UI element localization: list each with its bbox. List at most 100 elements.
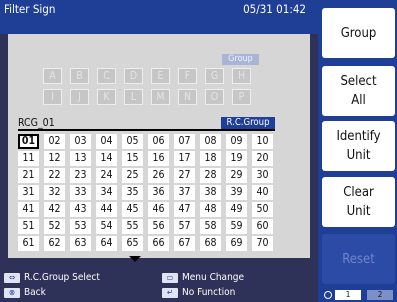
group-button-m[interactable]: M [151, 89, 170, 105]
unit-number-cell[interactable]: 15 [122, 151, 143, 166]
unit-number-cell[interactable]: 47 [174, 202, 195, 217]
unit-number-cell[interactable]: 36 [148, 185, 169, 200]
datetime: 05/31 01:42 [243, 2, 306, 16]
group-button-i[interactable]: I [43, 89, 62, 105]
unit-number-cell[interactable]: 06 [148, 134, 169, 149]
unit-number-cell[interactable]: 57 [174, 219, 195, 234]
unit-number-cell[interactable]: 26 [148, 168, 169, 183]
unit-number-cell[interactable]: 37 [174, 185, 195, 200]
unit-number-cell[interactable]: 30 [252, 168, 273, 183]
unit-number-cell[interactable]: 22 [44, 168, 65, 183]
unit-number-cell[interactable]: 32 [44, 185, 65, 200]
unit-number-cell[interactable]: 34 [96, 185, 117, 200]
unit-number-cell[interactable]: 18 [200, 151, 221, 166]
unit-number-cell[interactable]: 21 [18, 168, 39, 183]
unit-number-cell[interactable]: 48 [200, 202, 221, 217]
unit-number-cell[interactable]: 16 [148, 151, 169, 166]
unit-number-cell[interactable]: 24 [96, 168, 117, 183]
page-1[interactable]: 1 [335, 290, 361, 300]
unit-number-cell[interactable]: 31 [18, 185, 39, 200]
unit-number-cell[interactable]: 66 [148, 236, 169, 251]
hint-rc-group-select-label: R.C.Group Select [24, 272, 100, 283]
unit-number-cell[interactable]: 65 [122, 236, 143, 251]
unit-number-cell[interactable]: 46 [148, 202, 169, 217]
unit-number-cell[interactable]: 54 [96, 219, 117, 234]
unit-number-cell[interactable]: 68 [200, 236, 221, 251]
unit-number-cell[interactable]: 53 [70, 219, 91, 234]
unit-number-cell[interactable]: 12 [44, 151, 65, 166]
unit-number-cell[interactable]: 61 [18, 236, 39, 251]
group-button-g[interactable]: G [205, 68, 224, 84]
group-button-n[interactable]: N [178, 89, 197, 105]
unit-number-cell[interactable]: 29 [226, 168, 247, 183]
unit-number-cell[interactable]: 05 [122, 134, 143, 149]
unit-number-cell[interactable]: 33 [70, 185, 91, 200]
unit-number-cell[interactable]: 52 [44, 219, 65, 234]
scroll-down-icon[interactable] [129, 256, 141, 262]
unit-number-cell[interactable]: 49 [226, 202, 247, 217]
unit-number-cell[interactable]: 11 [18, 151, 39, 166]
group-button-e[interactable]: E [151, 68, 170, 84]
group-label: Group [222, 54, 259, 65]
unit-number-cell[interactable]: 69 [226, 236, 247, 251]
unit-number-cell[interactable]: 41 [18, 202, 39, 217]
unit-number-cell[interactable]: 03 [70, 134, 91, 149]
unit-number-cell[interactable]: 14 [96, 151, 117, 166]
unit-number-cell[interactable]: 07 [174, 134, 195, 149]
unit-number-cell[interactable]: 35 [122, 185, 143, 200]
unit-number-cell[interactable]: 19 [226, 151, 247, 166]
unit-number-cell[interactable]: 04 [96, 134, 117, 149]
unit-number-cell[interactable]: 58 [200, 219, 221, 234]
unit-number-cell[interactable]: 56 [148, 219, 169, 234]
unit-number-cell[interactable]: 70 [252, 236, 273, 251]
unit-number-cell[interactable]: 20 [252, 151, 273, 166]
unit-number-cell[interactable]: 45 [122, 202, 143, 217]
unit-number-cell[interactable]: 59 [226, 219, 247, 234]
unit-number-cell[interactable]: 27 [174, 168, 195, 183]
group-button-c[interactable]: C [97, 68, 116, 84]
unit-number-cell[interactable]: 23 [70, 168, 91, 183]
unit-number-cell[interactable]: 63 [70, 236, 91, 251]
unit-number-cell[interactable]: 62 [44, 236, 65, 251]
group-button-label: Group [340, 25, 377, 41]
unit-number-cell[interactable]: 39 [226, 185, 247, 200]
unit-number-cell[interactable]: 40 [252, 185, 273, 200]
unit-number-cell[interactable]: 43 [70, 202, 91, 217]
unit-number-cell[interactable]: 42 [44, 202, 65, 217]
group-button-a[interactable]: A [43, 68, 62, 84]
identify-label-line2: Unit [346, 148, 371, 163]
unit-number-cell[interactable]: 10 [252, 134, 273, 149]
identify-unit-button[interactable]: Identify Unit [322, 121, 395, 171]
reset-button[interactable]: Reset [322, 234, 395, 284]
group-button[interactable]: Group [322, 8, 395, 58]
unit-number-cell[interactable]: 44 [96, 202, 117, 217]
identify-label-line1: Identify [336, 129, 381, 144]
group-button-d[interactable]: D [124, 68, 143, 84]
unit-number-cell[interactable]: 55 [122, 219, 143, 234]
unit-number-cell[interactable]: 64 [96, 236, 117, 251]
unit-number-cell[interactable]: 08 [200, 134, 221, 149]
unit-number-cell[interactable]: 02 [44, 134, 65, 149]
group-button-o[interactable]: O [205, 89, 224, 105]
unit-number-cell[interactable]: 60 [252, 219, 273, 234]
clear-unit-button[interactable]: Clear Unit [322, 177, 395, 227]
group-button-j[interactable]: J [70, 89, 89, 105]
group-button-k[interactable]: K [97, 89, 116, 105]
unit-number-cell[interactable]: 67 [174, 236, 195, 251]
unit-number-cell[interactable]: 17 [174, 151, 195, 166]
unit-number-cell[interactable]: 28 [200, 168, 221, 183]
group-button-h[interactable]: H [232, 68, 251, 84]
unit-number-cell[interactable]: 01 [18, 134, 39, 149]
group-button-p[interactable]: P [232, 89, 251, 105]
unit-number-cell[interactable]: 51 [18, 219, 39, 234]
group-button-f[interactable]: F [178, 68, 197, 84]
unit-number-cell[interactable]: 50 [252, 202, 273, 217]
select-all-button[interactable]: Select All [322, 66, 395, 116]
unit-number-cell[interactable]: 38 [200, 185, 221, 200]
page-2[interactable]: 2 [367, 290, 393, 300]
unit-number-cell[interactable]: 25 [122, 168, 143, 183]
group-button-b[interactable]: B [70, 68, 89, 84]
unit-number-cell[interactable]: 09 [226, 134, 247, 149]
group-button-l[interactable]: L [124, 89, 143, 105]
unit-number-cell[interactable]: 13 [70, 151, 91, 166]
